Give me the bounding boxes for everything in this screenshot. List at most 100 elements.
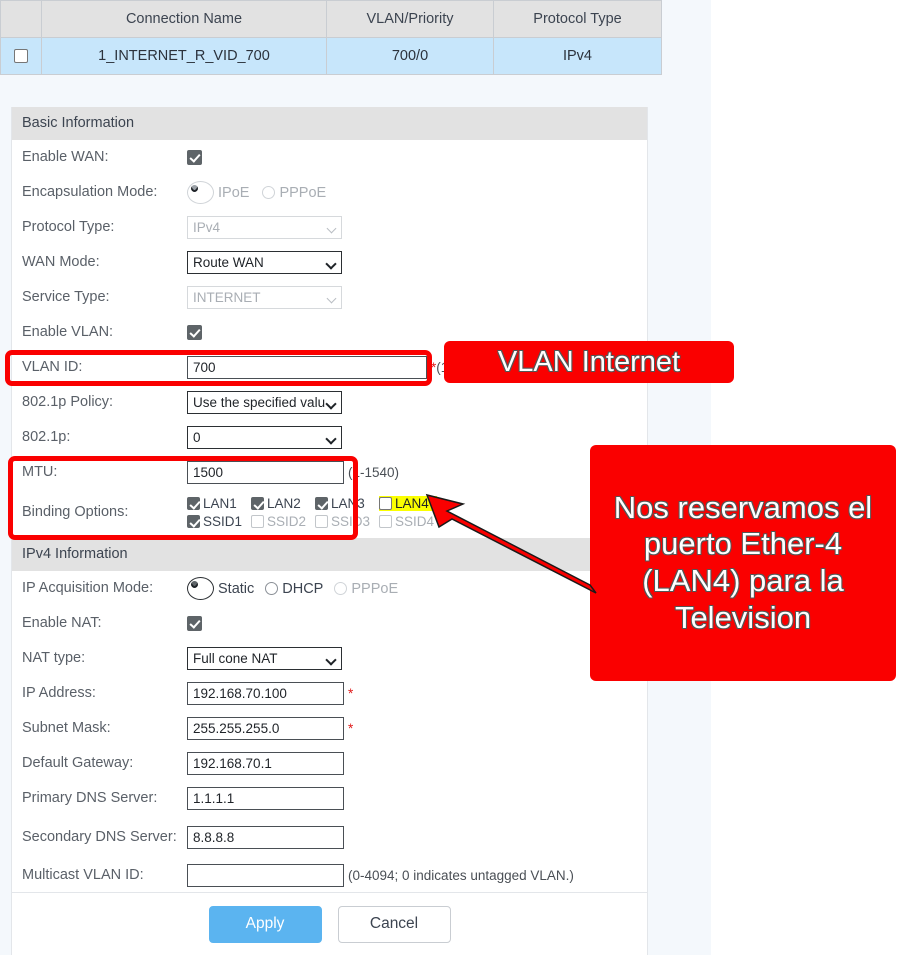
column-header-protocol-type: Protocol Type [493, 0, 662, 38]
label-multicast-vlan-id: Multicast VLAN ID: [22, 867, 144, 884]
lan3-checkbox[interactable] [315, 497, 328, 510]
ssid2-checkbox[interactable] [251, 515, 264, 528]
cell-vlan-priority: 700/0 [326, 37, 494, 75]
section-header-basic-information: Basic Information [12, 107, 647, 140]
protocol-type-select: IPv4 [187, 216, 342, 239]
dot1p-select[interactable]: 0 [187, 426, 342, 449]
row-secondary-dns: Secondary DNS Server: 8.8.8.8 [12, 816, 647, 858]
label-service-type: Service Type: [22, 289, 110, 306]
row-select-cell[interactable] [0, 37, 42, 75]
lan1-checkbox[interactable] [187, 497, 200, 510]
row-subnet-mask: Subnet Mask: 255.255.255.0 * [12, 711, 647, 746]
lan2-label: LAN2 [267, 496, 301, 511]
label-nat-type: NAT type: [22, 650, 86, 667]
default-gateway-input[interactable]: 192.168.70.1 [187, 752, 344, 775]
form-footer: Apply Cancel [12, 892, 647, 955]
binding-options-lan-row: LAN1 LAN2 LAN3 LAN4 [187, 496, 437, 511]
ip-address-required-mark: * [348, 686, 354, 701]
mtu-input[interactable]: 1500 [187, 461, 344, 484]
cell-connection-name: 1_INTERNET_R_VID_700 [41, 37, 327, 75]
enable-vlan-checkbox[interactable] [187, 325, 202, 340]
ip-acquisition-mode-radio-group: Static DHCP PPPoE [187, 577, 398, 600]
secondary-dns-input[interactable]: 8.8.8.8 [187, 825, 344, 849]
radio-ip-pppoe-label: PPPoE [351, 580, 399, 597]
mtu-hint: (1-1540) [348, 465, 400, 480]
cancel-button[interactable]: Cancel [337, 905, 451, 943]
row-dot1p-policy: 802.1p Policy: Use the specified valu [12, 385, 647, 420]
ip-address-input[interactable]: 192.168.70.100 [187, 682, 344, 705]
primary-dns-input[interactable]: 1.1.1.1 [187, 787, 344, 810]
table-row[interactable]: 1_INTERNET_R_VID_700 700/0 IPv4 [0, 37, 662, 75]
column-header-connection-name: Connection Name [41, 0, 327, 38]
row-dot1p: 802.1p: 0 [12, 420, 647, 455]
ssid4-label: SSID4 [395, 514, 435, 529]
radio-pppoe-label: PPPoE [279, 184, 327, 201]
radio-ip-mode-pppoe[interactable]: PPPoE [334, 581, 398, 597]
label-ip-address: IP Address: [22, 685, 96, 702]
multicast-vlan-id-hint: (0-4094; 0 indicates untagged VLAN.) [348, 868, 574, 883]
multicast-vlan-id-input[interactable] [187, 864, 344, 887]
row-enable-wan: Enable WAN: [12, 140, 647, 175]
binding-option-lan3[interactable]: LAN3 [315, 496, 379, 511]
row-ip-acquisition-mode: IP Acquisition Mode: Static DHCP PPPoE [12, 571, 647, 606]
enable-nat-checkbox[interactable] [187, 616, 202, 631]
wan-mode-select[interactable]: Route WAN [187, 251, 342, 274]
radio-ip-mode-static[interactable]: Static [187, 577, 254, 600]
binding-option-lan1[interactable]: LAN1 [187, 496, 251, 511]
binding-option-ssid3[interactable]: SSID3 [315, 514, 379, 529]
binding-option-lan2[interactable]: LAN2 [251, 496, 315, 511]
lan3-label: LAN3 [331, 496, 365, 511]
ssid4-checkbox[interactable] [379, 515, 392, 528]
radio-encapsulation-pppoe[interactable]: PPPoE [262, 185, 326, 201]
label-default-gateway: Default Gateway: [22, 755, 134, 772]
lan2-checkbox[interactable] [251, 497, 264, 510]
lan4-label: LAN4 [395, 496, 429, 511]
section-header-ipv4-information: IPv4 Information [12, 538, 647, 571]
row-encapsulation-mode: Encapsulation Mode: IPoE PPPoE [12, 175, 647, 210]
row-select-checkbox[interactable] [14, 49, 28, 64]
radio-dhcp-indicator [265, 582, 279, 595]
dot1p-policy-select[interactable]: Use the specified valu [187, 391, 342, 414]
label-protocol-type: Protocol Type: [22, 219, 115, 236]
ssid3-checkbox[interactable] [315, 515, 328, 528]
ssid1-checkbox[interactable] [187, 515, 200, 528]
label-wan-mode: WAN Mode: [22, 254, 100, 271]
subnet-mask-required-mark: * [348, 721, 354, 736]
row-wan-mode: WAN Mode: Route WAN [12, 245, 647, 280]
label-enable-wan: Enable WAN: [22, 149, 109, 166]
label-vlan-id: VLAN ID: [22, 359, 83, 376]
radio-pppoe-indicator [262, 186, 276, 199]
enable-wan-checkbox[interactable] [187, 150, 202, 165]
column-header-select [0, 0, 42, 38]
label-primary-dns: Primary DNS Server: [22, 790, 158, 807]
apply-button[interactable]: Apply [208, 905, 322, 943]
radio-encapsulation-ipoe[interactable]: IPoE [187, 181, 249, 204]
lan1-label: LAN1 [203, 496, 237, 511]
binding-option-lan4[interactable]: LAN4 [379, 496, 437, 511]
vlan-id-input[interactable]: 700 [187, 356, 427, 379]
nat-type-select[interactable]: Full cone NAT [187, 647, 342, 670]
encapsulation-mode-radio-group: IPoE PPPoE [187, 181, 326, 204]
label-mtu: MTU: [22, 464, 58, 481]
screenshot-root: Connection Name VLAN/Priority Protocol T… [0, 0, 911, 955]
binding-option-ssid4[interactable]: SSID4 [379, 514, 437, 529]
row-protocol-type: Protocol Type: IPv4 [12, 210, 647, 245]
ssid3-label: SSID3 [331, 514, 371, 529]
wan-config-panel: Basic Information Enable WAN: Encapsulat… [11, 107, 648, 955]
binding-option-ssid1[interactable]: SSID1 [187, 514, 251, 529]
radio-ip-mode-dhcp[interactable]: DHCP [265, 581, 323, 597]
subnet-mask-input[interactable]: 255.255.255.0 [187, 717, 344, 740]
binding-options-ssid-row: SSID1 SSID2 SSID3 SSID4 [187, 514, 437, 529]
column-header-vlan-priority: VLAN/Priority [326, 0, 494, 38]
row-nat-type: NAT type: Full cone NAT [12, 641, 647, 676]
service-type-select: INTERNET [187, 286, 342, 309]
label-ip-acquisition-mode: IP Acquisition Mode: [22, 580, 154, 597]
label-enable-nat: Enable NAT: [22, 615, 102, 632]
lan4-checkbox[interactable] [379, 497, 392, 510]
table-header-row: Connection Name VLAN/Priority Protocol T… [0, 0, 662, 38]
label-dot1p: 802.1p: [22, 429, 71, 446]
binding-option-ssid2[interactable]: SSID2 [251, 514, 315, 529]
row-ip-address: IP Address: 192.168.70.100 * [12, 676, 647, 711]
label-secondary-dns: Secondary DNS Server: [22, 828, 177, 845]
row-binding-options: Binding Options: LAN1 LAN2 LAN3 LAN4 SSI… [12, 490, 647, 535]
